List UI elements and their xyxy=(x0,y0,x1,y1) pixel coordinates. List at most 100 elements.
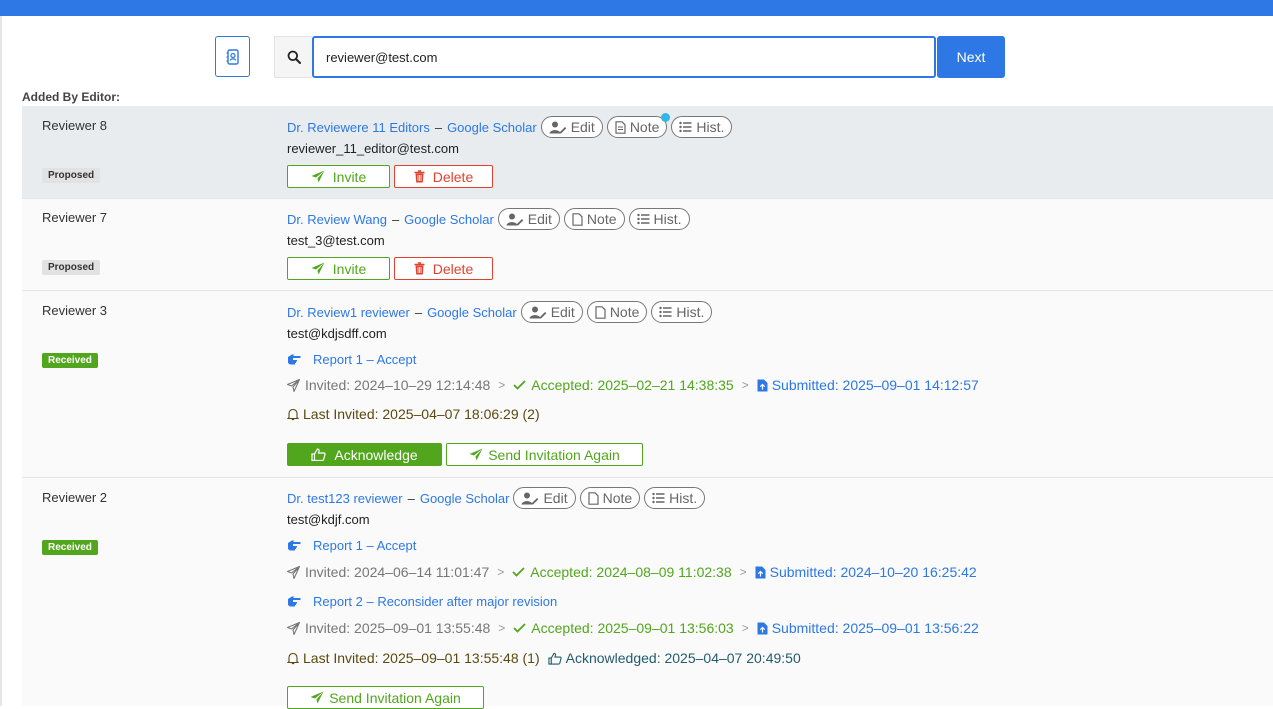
dash: – xyxy=(414,304,423,320)
list-icon xyxy=(636,213,649,225)
report-title: Report 1 – Accept xyxy=(313,538,417,553)
user-edit-icon xyxy=(549,121,566,134)
paper-plane-icon xyxy=(469,448,483,461)
invite-label: Invite xyxy=(332,260,367,277)
note-label: Note xyxy=(586,211,617,227)
accepted-time: Accepted: 2025–02–21 14:38:35 xyxy=(513,377,734,393)
edit-button[interactable]: Edit xyxy=(540,116,603,138)
submitted-time[interactable]: Submitted: 2025–09–01 13:56:22 xyxy=(757,620,979,636)
send-again-label: Send Invitation Again xyxy=(488,446,620,463)
acknowledged: Acknowledged: 2025–04–07 20:49:50 xyxy=(548,650,801,666)
edit-button[interactable]: Edit xyxy=(497,208,560,230)
document-icon xyxy=(615,120,626,134)
status-badge: Received xyxy=(42,540,98,555)
hand-point-icon xyxy=(288,354,301,365)
reviewer-name-link[interactable]: Dr. test123 reviewer xyxy=(287,491,403,506)
history-label: Hist. xyxy=(653,211,682,227)
acknowledged-text: Acknowledged: 2025–04–07 20:49:50 xyxy=(565,650,801,666)
reviewer-header: Dr. Reviewere 11 Editors – Google Schola… xyxy=(287,113,733,138)
send-invitation-again-button[interactable]: Send Invitation Again xyxy=(446,443,643,466)
paper-plane-icon xyxy=(311,262,325,275)
history-label: Hist. xyxy=(669,490,698,506)
edit-button[interactable]: Edit xyxy=(520,301,583,323)
dash: – xyxy=(391,211,400,227)
list-icon xyxy=(679,121,692,133)
chevron-right-icon: > xyxy=(498,378,506,392)
accepted-text: Accepted: 2025–09–01 13:56:03 xyxy=(531,620,734,636)
history-button[interactable]: Hist. xyxy=(644,487,706,509)
note-button[interactable]: Note xyxy=(586,301,648,323)
edit-label: Edit xyxy=(570,119,595,135)
report-link[interactable]: Report 1 – Accept xyxy=(287,538,416,553)
google-scholar-link[interactable]: Google Scholar xyxy=(404,212,494,227)
invited-text: Invited: 2025–09–01 13:55:48 xyxy=(305,620,491,636)
edit-button[interactable]: Edit xyxy=(513,487,576,509)
paper-plane-icon xyxy=(287,621,300,635)
note-button[interactable]: Note xyxy=(579,487,641,509)
google-scholar-link[interactable]: Google Scholar xyxy=(420,491,510,506)
acknowledge-label: Acknowledge xyxy=(334,446,418,463)
report-link[interactable]: Report 1 – Accept xyxy=(287,352,416,367)
report-link[interactable]: Report 2 – Reconsider after major revisi… xyxy=(287,594,557,609)
invited-time: Invited: 2024–06–14 11:01:47 xyxy=(287,564,489,580)
reviewer-row: Reviewer 7 Proposed Dr. Review Wang – Go… xyxy=(22,199,1273,291)
search-icon xyxy=(287,50,301,64)
check-icon xyxy=(513,380,526,390)
bell-icon xyxy=(287,408,299,420)
google-scholar-link[interactable]: Google Scholar xyxy=(427,305,517,320)
next-button[interactable]: Next xyxy=(937,36,1005,78)
reviewer-email: reviewer_11_editor@test.com xyxy=(287,141,459,156)
accepted-time: Accepted: 2024–08–09 11:02:38 xyxy=(512,564,732,580)
trash-icon xyxy=(414,170,425,183)
accepted-time: Accepted: 2025–09–01 13:56:03 xyxy=(513,620,734,636)
delete-button[interactable]: Delete xyxy=(394,165,493,188)
invite-button[interactable]: Invite xyxy=(287,257,390,280)
list-icon xyxy=(659,306,672,318)
hand-point-icon xyxy=(288,596,301,607)
file-upload-icon xyxy=(757,622,768,634)
paper-plane-icon xyxy=(287,378,300,392)
thumbs-up-icon xyxy=(311,448,327,461)
invited-text: Invited: 2024–10–29 12:14:48 xyxy=(305,377,491,393)
paper-plane-icon xyxy=(311,170,325,183)
delete-label: Delete xyxy=(432,168,474,185)
acknowledge-button[interactable]: Acknowledge xyxy=(287,443,442,466)
hand-point-icon xyxy=(288,540,301,551)
google-scholar-link[interactable]: Google Scholar xyxy=(447,120,537,135)
note-label: Note xyxy=(609,304,640,320)
reviewer-name-link[interactable]: Dr. Review1 reviewer xyxy=(287,305,410,320)
invite-label: Invite xyxy=(332,168,367,185)
reviewer-email: test@kdjf.com xyxy=(287,512,370,527)
reviewer-name-link[interactable]: Dr. Reviewere 11 Editors xyxy=(287,120,430,135)
status-badge: Proposed xyxy=(42,168,101,183)
note-button[interactable]: Note xyxy=(563,208,625,230)
edit-label: Edit xyxy=(527,211,552,227)
history-button[interactable]: Hist. xyxy=(671,116,733,138)
chevron-right-icon: > xyxy=(741,378,749,392)
history-button[interactable]: Hist. xyxy=(628,208,690,230)
note-button[interactable]: Note xyxy=(606,113,671,138)
submitted-text: Submitted: 2024–10–20 16:25:42 xyxy=(769,564,977,580)
contact-book-button[interactable] xyxy=(215,36,250,77)
submitted-text: Submitted: 2025–09–01 13:56:22 xyxy=(771,620,979,636)
document-icon xyxy=(572,212,583,226)
report-timeline: Invited: 2025–09–01 13:55:48 > Accepted:… xyxy=(287,620,979,636)
submitted-time[interactable]: Submitted: 2025–09–01 14:12:57 xyxy=(757,377,979,393)
submitted-text: Submitted: 2025–09–01 14:12:57 xyxy=(771,377,979,393)
delete-button[interactable]: Delete xyxy=(394,257,493,280)
check-icon xyxy=(513,623,526,633)
reviewer-row: Reviewer 8 Proposed Dr. Reviewere 11 Edi… xyxy=(22,106,1273,199)
reviewer-header: Dr. Review Wang – Google Scholar Edit No… xyxy=(287,208,690,230)
invite-button[interactable]: Invite xyxy=(287,165,390,188)
submitted-time[interactable]: Submitted: 2024–10–20 16:25:42 xyxy=(755,564,977,580)
search-input[interactable] xyxy=(312,36,936,78)
document-icon xyxy=(595,305,606,319)
file-upload-icon xyxy=(755,566,766,578)
document-icon xyxy=(587,491,599,505)
history-button[interactable]: Hist. xyxy=(651,301,713,323)
reviewer-header: Dr. test123 reviewer – Google Scholar Ed… xyxy=(287,487,706,509)
reviewer-name-link[interactable]: Dr. Review Wang xyxy=(287,212,387,227)
last-invited-text: Last Invited: 2025–04–07 18:06:29 (2) xyxy=(303,406,540,422)
thumbs-up-icon xyxy=(548,652,562,665)
status-badge: Proposed xyxy=(42,260,101,275)
